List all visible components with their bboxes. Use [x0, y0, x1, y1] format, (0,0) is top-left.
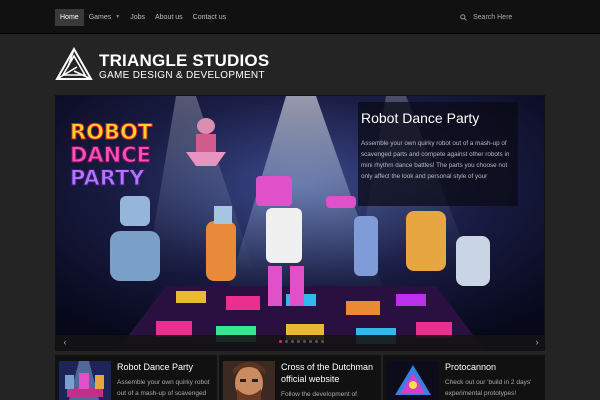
- nav-item-games[interactable]: Games ▼: [84, 9, 126, 26]
- art-lettering-dance: DANCE: [70, 143, 151, 167]
- slider-dot[interactable]: [284, 340, 288, 343]
- nav-item-jobs[interactable]: Jobs: [125, 9, 150, 26]
- card-cross-of-the-dutchman[interactable]: Cross of the Dutchman official website F…: [219, 355, 381, 400]
- card-protocannon[interactable]: Protocannon Check out our 'build in 2 da…: [383, 355, 545, 400]
- slider-dot[interactable]: [320, 340, 324, 343]
- slider-dot[interactable]: [278, 340, 282, 343]
- top-navigation-bar: Home Games ▼ Jobs About us Contact us Sea…: [0, 0, 600, 34]
- nav-item-label: Contact us: [192, 14, 227, 21]
- card-thumbnail[interactable]: [59, 361, 111, 400]
- slider-dot[interactable]: [302, 340, 306, 343]
- card-robot-dance-party[interactable]: Robot Dance Party Assemble your own quir…: [55, 355, 217, 400]
- search-icon: [460, 13, 467, 21]
- search-box[interactable]: Search Here: [460, 10, 512, 24]
- main-nav: Home Games ▼ Jobs About us Contact us: [55, 9, 231, 26]
- nav-item-home[interactable]: Home: [55, 9, 84, 26]
- slider-dot[interactable]: [290, 340, 294, 343]
- slide-caption-text: Assemble your own quirky robot out of a …: [361, 140, 510, 180]
- card-title[interactable]: Protocannon: [445, 361, 541, 373]
- art-lettering-party: PARTY: [70, 166, 145, 190]
- nav-item-label: Games: [88, 14, 112, 21]
- slide-caption-title[interactable]: Robot Dance Party: [361, 110, 515, 126]
- card-title[interactable]: Cross of the Dutchman official website: [281, 361, 377, 385]
- nav-item-label: About us: [155, 14, 183, 21]
- slide-caption: Robot Dance Party Assemble your own quir…: [358, 102, 518, 206]
- nav-item-about[interactable]: About us: [150, 9, 188, 26]
- card-thumbnail[interactable]: [387, 361, 439, 400]
- nav-item-label: Home: [60, 14, 79, 21]
- slider-controls: ‹ ›: [56, 335, 544, 350]
- card-text: Follow the development of: [281, 391, 357, 398]
- site-logo[interactable]: TRIANGLE STUDIOS GAME DESIGN & DEVELOPME…: [55, 46, 270, 86]
- search-input[interactable]: Search Here: [473, 14, 512, 21]
- chevron-down-icon: ▼: [115, 14, 121, 20]
- site-title: TRIANGLE STUDIOS: [99, 50, 270, 70]
- slider-dot[interactable]: [308, 340, 312, 343]
- featured-cards: Robot Dance Party Assemble your own quir…: [55, 355, 545, 400]
- art-lettering-robot: ROBOT: [70, 120, 153, 144]
- card-title[interactable]: Robot Dance Party: [117, 361, 213, 373]
- site-subtitle: GAME DESIGN & DEVELOPMENT: [99, 69, 265, 81]
- slider-dots: [56, 340, 544, 343]
- featured-slider[interactable]: ROBOT DANCE PARTY Robot Dance Party Asse…: [55, 95, 545, 351]
- card-thumbnail[interactable]: [223, 361, 275, 400]
- card-text: Assemble your own quirky robot out of a …: [117, 379, 210, 397]
- next-slide-arrow-icon[interactable]: ›: [530, 335, 544, 350]
- nav-item-contact[interactable]: Contact us: [188, 9, 231, 26]
- card-text: Check out our 'build in 2 days' experime…: [445, 379, 532, 397]
- triangle-logo-icon: [55, 46, 93, 86]
- slider-dot[interactable]: [296, 340, 300, 343]
- slider-dot[interactable]: [314, 340, 318, 343]
- nav-item-label: Jobs: [130, 14, 145, 21]
